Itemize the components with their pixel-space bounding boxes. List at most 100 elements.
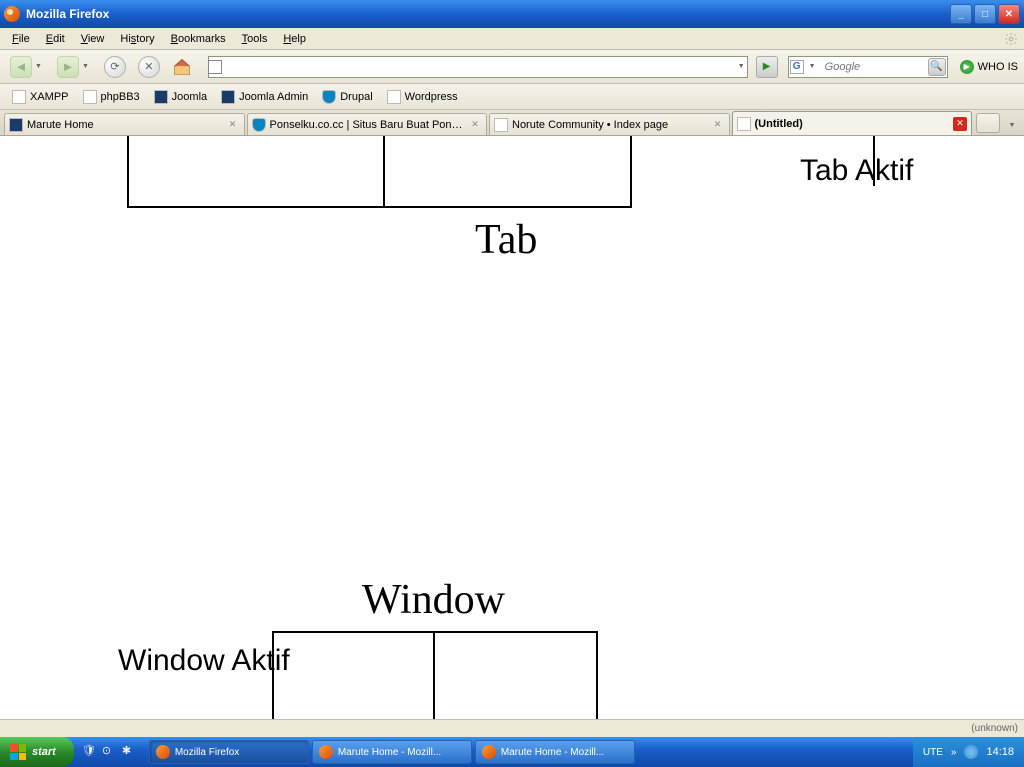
statusbar: (unknown) bbox=[0, 719, 1024, 737]
clock[interactable]: 14:18 bbox=[986, 746, 1014, 758]
annotation-tab: Tab bbox=[475, 216, 537, 264]
bookmark-phpbb3[interactable]: phpBB3 bbox=[77, 88, 146, 106]
close-tab-icon[interactable]: ✕ bbox=[226, 118, 240, 132]
joomla-icon bbox=[9, 118, 23, 132]
start-button[interactable]: start bbox=[0, 737, 74, 767]
annotation-line bbox=[433, 631, 435, 719]
annotation-line bbox=[596, 631, 598, 719]
bookmark-xampp[interactable]: XAMPP bbox=[6, 88, 75, 106]
task-marute-2[interactable]: Marute Home - Mozill... bbox=[475, 740, 635, 764]
ql-icon[interactable]: ✱ bbox=[122, 744, 138, 760]
menubar: File Edit View History Bookmarks Tools H… bbox=[0, 28, 1024, 50]
ql-icon[interactable]: ⊙ bbox=[102, 744, 118, 760]
nav-toolbar: ◄▼ ►▼ ⟳ ✕ ▼ ▶ G ▼ 🔍 ▶ WHO IS bbox=[0, 50, 1024, 84]
page-content: Tab Aktif Tab Window Window Aktif bbox=[0, 136, 1024, 737]
menu-bookmarks[interactable]: Bookmarks bbox=[163, 31, 234, 47]
tab-label: (Untitled) bbox=[755, 118, 950, 130]
settings-icon[interactable] bbox=[1002, 30, 1020, 48]
whois-icon: ▶ bbox=[960, 60, 974, 74]
back-button[interactable]: ◄▼ bbox=[6, 54, 49, 80]
annotation-line bbox=[272, 631, 598, 633]
firefox-icon bbox=[156, 745, 170, 759]
page-icon bbox=[494, 118, 508, 132]
bookmark-joomla-admin[interactable]: Joomla Admin bbox=[215, 88, 314, 106]
firefox-icon bbox=[482, 745, 496, 759]
menu-edit[interactable]: Edit bbox=[38, 31, 73, 47]
home-button[interactable] bbox=[168, 54, 196, 80]
tab-strip: Marute Home ✕ Ponselku.co.cc | Situs Bar… bbox=[0, 110, 1024, 136]
annotation-window-aktif: Window Aktif bbox=[118, 644, 290, 678]
close-tab-icon[interactable]: ✕ bbox=[468, 118, 482, 132]
search-box: G ▼ 🔍 bbox=[788, 56, 948, 78]
joomla-icon bbox=[154, 90, 168, 104]
taskbar: start 🛡 ⊙ ✱ Mozilla Firefox Marute Home … bbox=[0, 737, 1024, 767]
start-label: start bbox=[32, 746, 56, 758]
annotation-line bbox=[127, 206, 632, 208]
tab-marute-home[interactable]: Marute Home ✕ bbox=[4, 113, 245, 135]
page-icon bbox=[12, 90, 26, 104]
go-button[interactable]: ▶ bbox=[756, 56, 778, 78]
menu-tools[interactable]: Tools bbox=[234, 31, 276, 47]
windows-logo-icon bbox=[10, 744, 26, 760]
url-input[interactable] bbox=[208, 56, 748, 78]
google-icon: G bbox=[790, 60, 804, 74]
whois-button[interactable]: ▶ WHO IS bbox=[960, 60, 1018, 74]
tray-chevron-icon[interactable]: » bbox=[951, 747, 957, 758]
tab-ponselku[interactable]: Ponselku.co.cc | Situs Baru Buat Pons...… bbox=[247, 113, 488, 135]
maximize-button[interactable]: □ bbox=[974, 4, 996, 24]
menu-history[interactable]: History bbox=[112, 31, 162, 47]
page-icon bbox=[208, 60, 222, 74]
menu-view[interactable]: View bbox=[73, 31, 113, 47]
firefox-icon bbox=[319, 745, 333, 759]
bookmarks-toolbar: XAMPP phpBB3 Joomla Joomla Admin Drupal … bbox=[0, 84, 1024, 110]
annotation-line bbox=[630, 136, 632, 206]
search-engine-selector[interactable]: G ▼ bbox=[790, 60, 819, 74]
drupal-icon bbox=[252, 118, 266, 132]
status-text: (unknown) bbox=[971, 723, 1018, 734]
tab-label: Norute Community • Index page bbox=[512, 119, 707, 131]
menu-file[interactable]: File bbox=[4, 31, 38, 47]
tab-label: Ponselku.co.cc | Situs Baru Buat Pons... bbox=[270, 119, 465, 131]
page-icon bbox=[83, 90, 97, 104]
task-label: Mozilla Firefox bbox=[175, 747, 239, 758]
whois-label: WHO IS bbox=[978, 61, 1018, 73]
window-title: Mozilla Firefox bbox=[26, 7, 109, 21]
ql-icon[interactable]: 🛡 bbox=[82, 744, 98, 760]
firefox-icon bbox=[4, 6, 20, 22]
task-label: Marute Home - Mozill... bbox=[501, 747, 604, 758]
bookmark-joomla[interactable]: Joomla bbox=[148, 88, 213, 106]
annotation-line bbox=[383, 136, 385, 206]
quick-launch: 🛡 ⊙ ✱ bbox=[74, 744, 146, 760]
window-controls: _ □ ✕ bbox=[950, 4, 1020, 24]
tray-text: UTE bbox=[923, 747, 943, 758]
new-tab-button[interactable] bbox=[976, 113, 1000, 133]
annotation-line bbox=[127, 136, 129, 206]
system-tray: UTE » 14:18 bbox=[913, 737, 1024, 767]
forward-button[interactable]: ►▼ bbox=[53, 54, 96, 80]
stop-button[interactable]: ✕ bbox=[134, 54, 164, 80]
tray-icon[interactable] bbox=[964, 745, 978, 759]
menu-help[interactable]: Help bbox=[275, 31, 314, 47]
url-bar: ▼ bbox=[204, 56, 748, 78]
list-all-tabs-icon[interactable]: ▼ bbox=[1004, 115, 1020, 135]
tab-norute[interactable]: Norute Community • Index page ✕ bbox=[489, 113, 730, 135]
bookmark-drupal[interactable]: Drupal bbox=[316, 88, 378, 106]
task-label: Marute Home - Mozill... bbox=[338, 747, 441, 758]
search-button[interactable]: 🔍 bbox=[928, 58, 946, 76]
page-icon bbox=[387, 90, 401, 104]
task-marute-1[interactable]: Marute Home - Mozill... bbox=[312, 740, 472, 764]
tab-label: Marute Home bbox=[27, 119, 222, 131]
bookmark-wordpress[interactable]: Wordpress bbox=[381, 88, 464, 106]
task-mozilla-firefox[interactable]: Mozilla Firefox bbox=[149, 740, 309, 764]
close-button[interactable]: ✕ bbox=[998, 4, 1020, 24]
url-dropdown-icon[interactable]: ▼ bbox=[738, 63, 745, 70]
joomla-icon bbox=[221, 90, 235, 104]
annotation-window: Window bbox=[362, 576, 505, 624]
close-tab-icon[interactable]: ✕ bbox=[953, 117, 967, 131]
close-tab-icon[interactable]: ✕ bbox=[711, 118, 725, 132]
minimize-button[interactable]: _ bbox=[950, 4, 972, 24]
page-icon bbox=[737, 117, 751, 131]
reload-button[interactable]: ⟳ bbox=[100, 54, 130, 80]
tab-untitled[interactable]: (Untitled) ✕ bbox=[732, 111, 973, 135]
titlebar: Mozilla Firefox _ □ ✕ bbox=[0, 0, 1024, 28]
